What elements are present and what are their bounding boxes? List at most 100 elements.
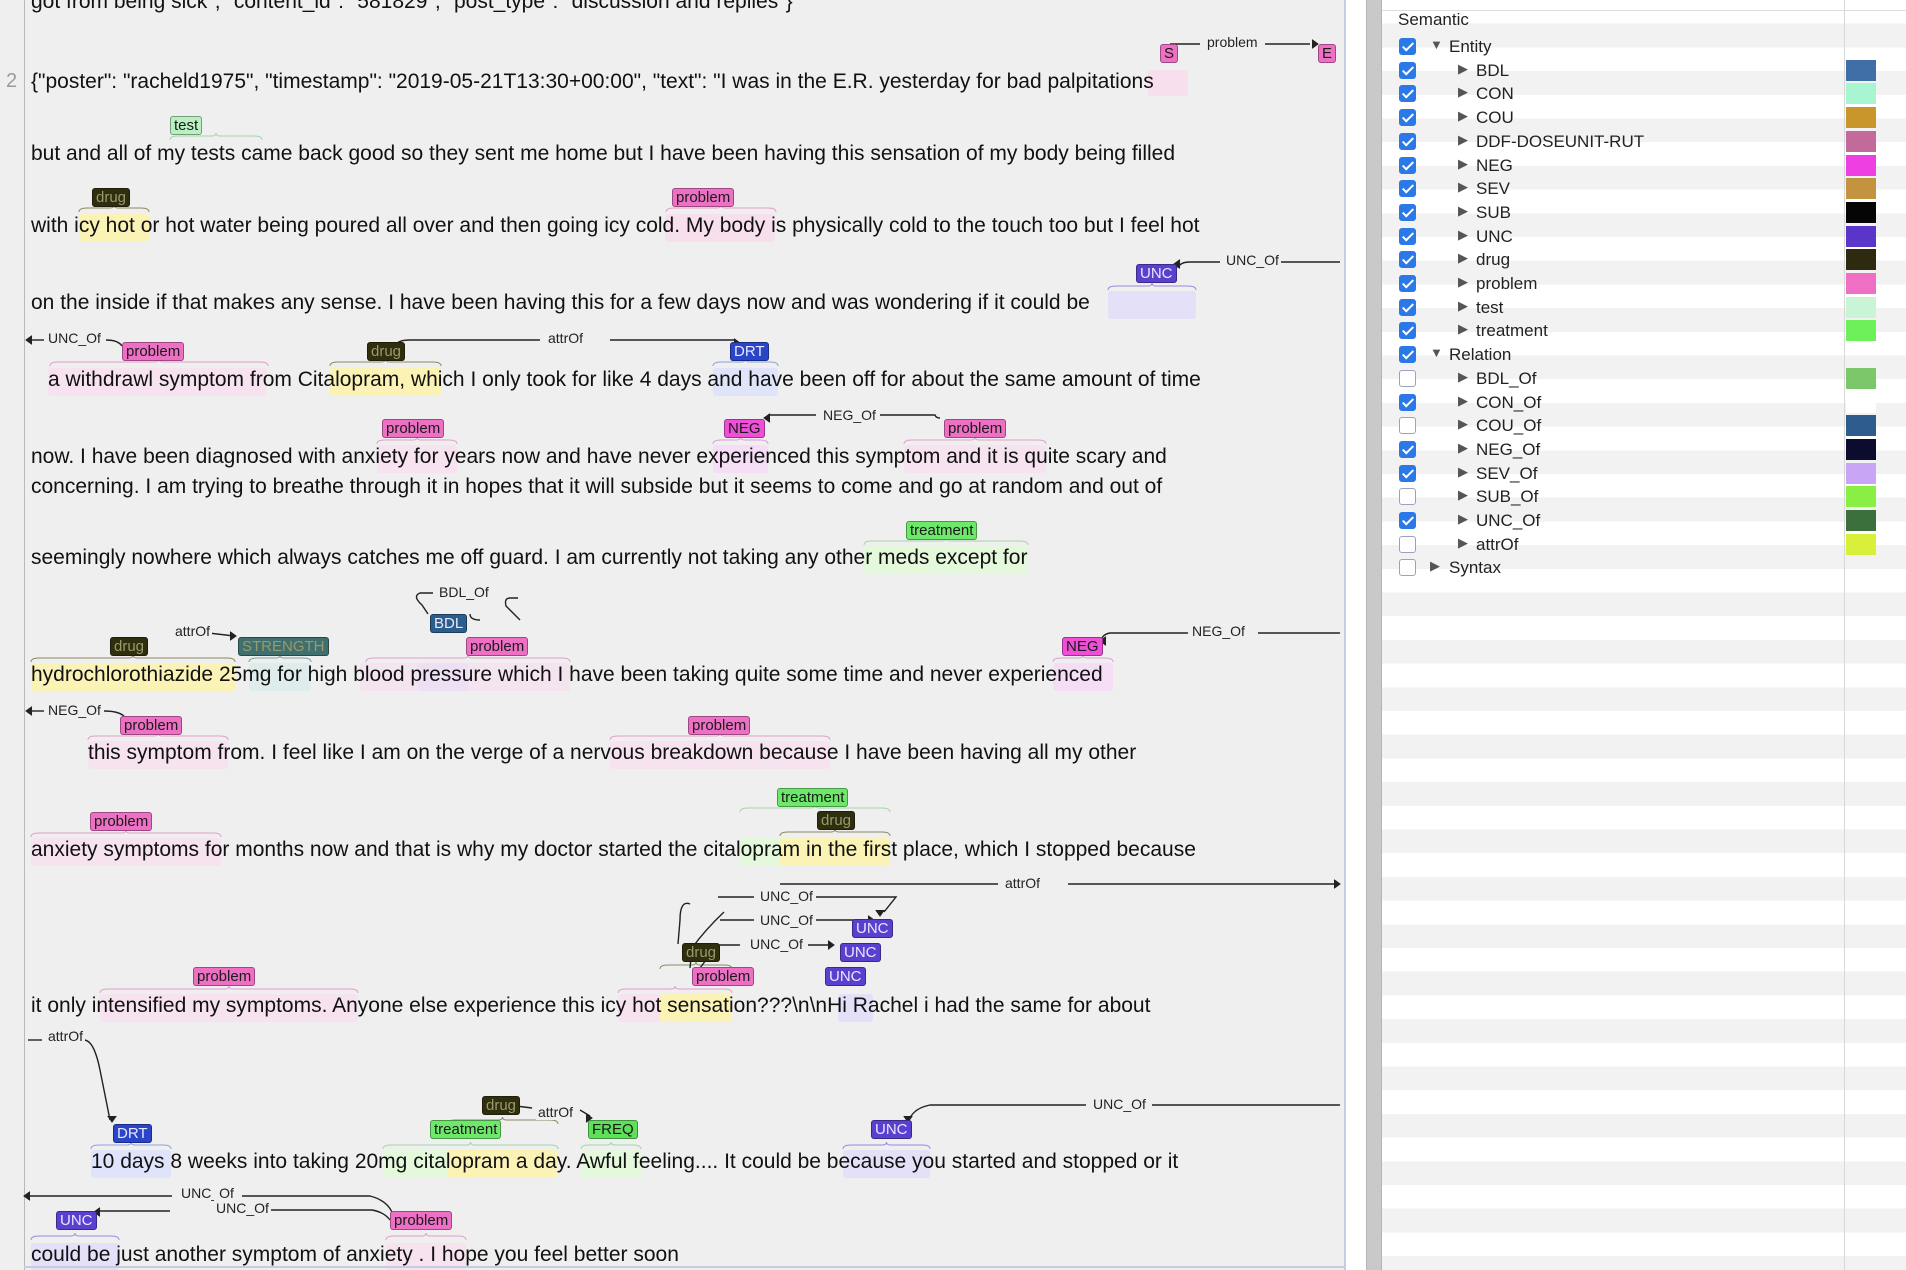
tree-row-neg_of[interactable]: ▶ NEG_Of bbox=[1382, 438, 1906, 462]
visibility-checkbox[interactable] bbox=[1399, 322, 1416, 340]
expand-triangle-icon[interactable]: ▶ bbox=[1458, 416, 1468, 432]
color-swatch[interactable] bbox=[1846, 225, 1876, 247]
tree-row-relation[interactable]: ▼ Relation bbox=[1382, 343, 1906, 367]
color-swatch[interactable] bbox=[1846, 107, 1876, 129]
relation-label[interactable]: attrOf bbox=[173, 623, 213, 639]
entity-label-unc[interactable]: UNC bbox=[840, 943, 881, 962]
collapse-triangle-icon[interactable]: ▼ bbox=[1430, 37, 1443, 52]
entity-label-treatment[interactable]: treatment bbox=[430, 1120, 502, 1139]
tree-row-test[interactable]: ▶ test bbox=[1382, 296, 1906, 320]
tree-row-drug[interactable]: ▶ drug bbox=[1382, 248, 1906, 272]
entity-label-drt[interactable]: DRT bbox=[730, 342, 769, 361]
tree-row-sub[interactable]: ▶ SUB bbox=[1382, 201, 1906, 225]
visibility-checkbox[interactable] bbox=[1399, 156, 1416, 174]
tree-row-sev[interactable]: ▶ SEV bbox=[1382, 177, 1906, 201]
color-swatch[interactable] bbox=[1846, 273, 1876, 294]
relation-label[interactable]: UNC_Of bbox=[758, 888, 815, 904]
entity-label-problem[interactable]: problem bbox=[390, 1211, 453, 1230]
tree-row-cou[interactable]: ▶ COU bbox=[1382, 106, 1906, 130]
entity-label-problem[interactable]: problem bbox=[692, 967, 755, 986]
color-swatch[interactable] bbox=[1846, 533, 1876, 555]
relation-label[interactable]: NEG_Of bbox=[821, 407, 878, 423]
relation-label[interactable]: UNC_Of bbox=[214, 1200, 271, 1216]
tree-row-ddf-doseunit-rut[interactable]: ▶ DDF-DOSEUNIT-RUT bbox=[1382, 130, 1906, 154]
visibility-checkbox[interactable] bbox=[1399, 85, 1416, 103]
entity-label-treatment[interactable]: treatment bbox=[906, 521, 978, 540]
expand-triangle-icon[interactable]: ▶ bbox=[1458, 393, 1468, 409]
expand-triangle-icon[interactable]: ▶ bbox=[1458, 464, 1468, 480]
entity-label-unc[interactable]: UNC bbox=[56, 1211, 97, 1230]
relation-label[interactable]: UNC_Of bbox=[46, 330, 103, 346]
collapse-triangle-icon[interactable]: ▼ bbox=[1430, 345, 1443, 360]
expand-triangle-icon[interactable]: ▶ bbox=[1458, 61, 1468, 77]
relation-label[interactable]: UNC_Of bbox=[758, 912, 815, 928]
color-swatch[interactable] bbox=[1846, 178, 1876, 200]
pane-splitter[interactable] bbox=[1366, 0, 1382, 1270]
entity-label-problem[interactable]: problem bbox=[466, 637, 529, 656]
expand-triangle-icon[interactable]: ▶ bbox=[1458, 227, 1468, 243]
entity-label-neg[interactable]: NEG bbox=[1062, 637, 1103, 656]
tree-row-bdl[interactable]: ▶ BDL bbox=[1382, 59, 1906, 83]
color-swatch[interactable] bbox=[1846, 391, 1876, 413]
entity-label-problem[interactable]: problem bbox=[688, 716, 751, 735]
expand-triangle-icon[interactable]: ▶ bbox=[1458, 535, 1468, 551]
visibility-checkbox[interactable] bbox=[1399, 109, 1416, 127]
tree-row-unc[interactable]: ▶ UNC bbox=[1382, 225, 1906, 249]
expand-triangle-icon[interactable]: ▶ bbox=[1458, 203, 1468, 219]
color-swatch[interactable] bbox=[1846, 462, 1876, 484]
tree-row-sub_of[interactable]: ▶ SUB_Of bbox=[1382, 485, 1906, 509]
entity-label-unc[interactable]: UNC bbox=[1136, 264, 1177, 283]
relation-label[interactable]: NEG_Of bbox=[1190, 623, 1247, 639]
expand-triangle-icon[interactable]: ▶ bbox=[1458, 179, 1468, 195]
entity-label-drt[interactable]: DRT bbox=[113, 1124, 152, 1143]
visibility-checkbox[interactable] bbox=[1399, 440, 1416, 458]
expand-triangle-icon[interactable]: ▶ bbox=[1458, 132, 1468, 148]
visibility-checkbox[interactable] bbox=[1399, 559, 1416, 577]
visibility-checkbox[interactable] bbox=[1399, 393, 1416, 411]
entity-label-drug[interactable]: drug bbox=[817, 811, 856, 830]
color-swatch[interactable] bbox=[1846, 486, 1876, 508]
color-swatch[interactable] bbox=[1846, 320, 1876, 342]
relation-label[interactable]: UNC_Of bbox=[179, 1185, 236, 1201]
entity-label-test[interactable]: test bbox=[170, 116, 203, 135]
entity-label-unc[interactable]: UNC bbox=[825, 967, 866, 986]
visibility-checkbox[interactable] bbox=[1399, 132, 1416, 150]
relation-label[interactable]: attrOf bbox=[536, 1104, 576, 1120]
tree-row-syntax[interactable]: ▶ Syntax bbox=[1382, 556, 1906, 580]
color-swatch[interactable] bbox=[1846, 154, 1876, 176]
tree-row-con_of[interactable]: ▶ CON_Of bbox=[1382, 391, 1906, 415]
visibility-checkbox[interactable] bbox=[1399, 464, 1416, 482]
tree-row-treatment[interactable]: ▶ treatment bbox=[1382, 319, 1906, 343]
expand-triangle-icon[interactable]: ▶ bbox=[1458, 274, 1468, 290]
color-swatch[interactable] bbox=[1846, 438, 1876, 460]
visibility-checkbox[interactable] bbox=[1399, 180, 1416, 198]
entity-label-problem[interactable]: problem bbox=[120, 716, 183, 735]
color-swatch[interactable] bbox=[1846, 249, 1876, 271]
expand-triangle-icon[interactable]: ▶ bbox=[1458, 108, 1468, 124]
entity-label-unc[interactable]: UNC bbox=[852, 919, 893, 938]
entity-label-problem[interactable]: problem bbox=[382, 419, 445, 438]
entity-label-drug[interactable]: drug bbox=[92, 188, 131, 207]
expand-triangle-icon[interactable]: ▶ bbox=[1458, 487, 1468, 503]
entity-label-problem[interactable]: problem bbox=[90, 812, 153, 831]
entity-label-problem[interactable]: problem bbox=[193, 967, 256, 986]
visibility-checkbox[interactable] bbox=[1399, 203, 1416, 221]
entity-label-s[interactable]: S bbox=[1160, 44, 1179, 63]
entity-label-neg[interactable]: NEG bbox=[724, 419, 765, 438]
relation-label[interactable]: UNC_Of bbox=[1091, 1096, 1148, 1112]
entity-label-drug[interactable]: drug bbox=[367, 342, 406, 361]
visibility-checkbox[interactable] bbox=[1399, 251, 1416, 269]
entity-label-problem[interactable]: problem bbox=[672, 188, 735, 207]
relation-label[interactable]: UNC_Of bbox=[748, 936, 805, 952]
visibility-checkbox[interactable] bbox=[1399, 346, 1416, 364]
visibility-checkbox[interactable] bbox=[1399, 488, 1416, 506]
tree-row-attrof[interactable]: ▶ attrOf bbox=[1382, 533, 1906, 557]
visibility-checkbox[interactable] bbox=[1399, 535, 1416, 553]
entity-label-freq[interactable]: FREQ bbox=[588, 1120, 638, 1139]
entity-label-unc[interactable]: UNC bbox=[871, 1120, 912, 1139]
expand-triangle-icon[interactable]: ▶ bbox=[1458, 369, 1468, 385]
relation-label[interactable]: NEG_Of bbox=[46, 702, 103, 718]
visibility-checkbox[interactable] bbox=[1399, 369, 1416, 387]
relation-label[interactable]: problem bbox=[1205, 34, 1260, 50]
color-swatch[interactable] bbox=[1846, 59, 1876, 81]
